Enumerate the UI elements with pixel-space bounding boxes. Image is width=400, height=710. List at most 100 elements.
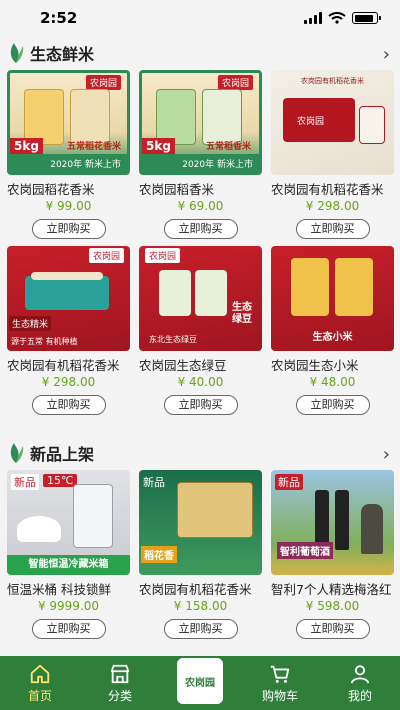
tab-label: 我的: [347, 688, 372, 703]
product-price: ¥ 99.00: [45, 199, 92, 213]
buy-now-button[interactable]: 立即购买: [295, 619, 370, 639]
product-name: 智利7个人精选梅洛红: [271, 582, 392, 596]
product-name: 农岗园生态小米: [271, 358, 359, 372]
battery-icon: [352, 12, 381, 24]
product-price: ¥ 598.00: [305, 599, 360, 613]
leaf-icon: [10, 443, 24, 463]
buy-now-button[interactable]: 立即购买: [163, 395, 238, 415]
buy-now-button[interactable]: 立即购买: [295, 395, 370, 415]
thumb-label: 智利葡萄酒: [277, 542, 333, 559]
product-card[interactable]: 新品 15℃ 智能恒温冷藏米箱 恒温米桶 科技锁鲜 ¥ 9999.00 立即购买: [7, 470, 130, 640]
product-image[interactable]: 生态小米: [271, 246, 394, 351]
product-card[interactable]: 农岗园 生态绿豆 东北生态绿豆 农岗园生态绿豆 ¥ 40.00 立即购买: [139, 246, 262, 416]
product-card[interactable]: 农岗园 2020年 新米上市 5kg 五常稻香米 农岗园稻香米 ¥ 69.00 …: [139, 70, 262, 240]
product-price: ¥ 40.00: [177, 375, 224, 389]
brand-mark: 农岗园: [297, 117, 325, 127]
tab-cart[interactable]: 购物车: [245, 663, 315, 704]
product-price: ¥ 158.00: [173, 599, 228, 613]
new-badge: 新品: [11, 474, 39, 490]
cellular-signal-icon: [304, 12, 322, 24]
product-price: ¥ 48.00: [309, 375, 356, 389]
thumb-label: 稻花香: [141, 546, 177, 563]
product-image[interactable]: 农岗园 生态绿豆 东北生态绿豆: [139, 246, 262, 351]
product-name: 农岗园稻香米: [139, 182, 215, 196]
thumb-label: 生态绿豆: [232, 302, 252, 325]
product-image[interactable]: 新品 稻花香: [139, 470, 262, 575]
product-card[interactable]: 生态小米 农岗园生态小米 ¥ 48.00 立即购买: [271, 246, 394, 416]
thumb-caption: 农岗园有机稻花香米: [301, 77, 364, 85]
section-header-fresh-rice[interactable]: 生态鲜米 ›: [0, 36, 400, 70]
tab-category[interactable]: 分类: [85, 663, 155, 704]
buy-now-button[interactable]: 立即购买: [31, 619, 106, 639]
thumb-banner: 智能恒温冷藏米箱: [7, 555, 130, 575]
tab-brand[interactable]: 农岗园: [165, 658, 235, 704]
new-badge: 新品: [143, 476, 165, 489]
product-name: 农岗园稻花香米: [7, 182, 95, 196]
thumb-subtitle: 源于五常 有机种植: [11, 337, 78, 346]
buy-now-button[interactable]: 立即购买: [295, 219, 370, 239]
thumb-label: 生态小米: [312, 332, 353, 343]
product-price: ¥ 298.00: [41, 375, 96, 389]
product-name: 恒温米桶 科技锁鲜: [7, 582, 111, 596]
weight-tag: 5kg: [10, 138, 43, 154]
product-image[interactable]: 农岗园 2020年 新米上市 5kg 五常稻香米: [139, 70, 262, 175]
chevron-right-icon[interactable]: ›: [383, 44, 390, 65]
thumb-subtitle: 五常稻花香米: [66, 142, 121, 152]
tab-home[interactable]: 首页: [5, 663, 75, 704]
product-image[interactable]: 新品 15℃ 智能恒温冷藏米箱: [7, 470, 130, 575]
product-price: ¥ 9999.00: [37, 599, 100, 613]
product-name: 农岗园有机稻花香米: [7, 358, 120, 372]
tab-label: 购物车: [261, 688, 298, 703]
product-card[interactable]: 新品 稻花香 农岗园有机稻花香米 ¥ 158.00 立即购买: [139, 470, 262, 640]
tab-profile[interactable]: 我的: [325, 663, 395, 704]
product-image[interactable]: 农岗园 2020年 新米上市 5kg 五常稻花香米: [7, 70, 130, 175]
product-image[interactable]: 农岗园 生态精米 源于五常 有机种植: [7, 246, 130, 351]
thumb-banner: 2020年 新米上市: [142, 154, 259, 172]
product-grid-new-arrivals: 新品 15℃ 智能恒温冷藏米箱 恒温米桶 科技锁鲜 ¥ 9999.00 立即购买…: [0, 470, 400, 640]
buy-now-button[interactable]: 立即购买: [31, 219, 106, 239]
section-title: 新品上架: [30, 445, 95, 464]
thumb-banner: 2020年 新米上市: [10, 154, 127, 172]
section-title: 生态鲜米: [30, 45, 95, 64]
thumb-subtitle: 五常稻香米: [205, 142, 251, 152]
chevron-right-icon[interactable]: ›: [383, 444, 390, 465]
product-grid-fresh-rice: 农岗园 2020年 新米上市 5kg 五常稻花香米 农岗园稻花香米 ¥ 99.0…: [0, 70, 400, 416]
shop-icon: [110, 664, 130, 683]
tab-label: 首页: [27, 688, 52, 703]
product-name: 农岗园有机稻花香米: [139, 582, 252, 596]
section-header-new-arrivals[interactable]: 新品上架 ›: [0, 436, 400, 470]
brand-badge: 农岗园: [145, 248, 181, 263]
tab-label: 分类: [107, 688, 132, 703]
brand-badge: 农岗园: [88, 248, 124, 263]
thumb-label: 生态精米: [9, 316, 52, 331]
status-time: 2:52: [40, 9, 78, 27]
bottom-tab-bar: 首页 分类 农岗园 购物车 我的: [0, 656, 400, 710]
status-bar: 2:52: [0, 0, 400, 36]
product-card[interactable]: 农岗园 2020年 新米上市 5kg 五常稻花香米 农岗园稻花香米 ¥ 99.0…: [7, 70, 130, 240]
weight-tag: 5kg: [142, 138, 175, 154]
wifi-icon: [328, 12, 346, 24]
product-name: 农岗园有机稻花香米: [271, 182, 384, 196]
leaf-icon: [10, 43, 24, 63]
product-card[interactable]: 新品 智利葡萄酒 智利7个人精选梅洛红 ¥ 598.00 立即购买: [271, 470, 394, 640]
product-card[interactable]: 农岗园 生态精米 源于五常 有机种植 农岗园有机稻花香米 ¥ 298.00 立即…: [7, 246, 130, 416]
home-scroll-view[interactable]: 生态鲜米 › 农岗园 2020年 新米上市 5kg 五常稻花香米 农岗园稻花香米…: [0, 36, 400, 656]
cart-icon: [270, 665, 290, 683]
product-card[interactable]: 农岗园有机稻花香米 农岗园 农岗园有机稻花香米 ¥ 298.00 立即购买: [271, 70, 394, 240]
home-icon: [30, 664, 50, 683]
product-image[interactable]: 农岗园有机稻花香米 农岗园: [271, 70, 394, 175]
buy-now-button[interactable]: 立即购买: [163, 619, 238, 639]
new-badge: 新品: [275, 474, 303, 490]
brand-badge: 农岗园: [217, 75, 253, 90]
temperature-label: 15℃: [43, 474, 78, 487]
buy-now-button[interactable]: 立即购买: [31, 395, 106, 415]
user-icon: [350, 664, 370, 684]
product-name: 农岗园生态绿豆: [139, 358, 227, 372]
brand-badge: 农岗园: [85, 75, 121, 90]
thumb-subtitle: 东北生态绿豆: [149, 335, 197, 344]
product-price: ¥ 298.00: [305, 199, 360, 213]
buy-now-button[interactable]: 立即购买: [163, 219, 238, 239]
product-image[interactable]: 新品 智利葡萄酒: [271, 470, 394, 575]
product-price: ¥ 69.00: [177, 199, 224, 213]
status-icons: [304, 12, 381, 24]
